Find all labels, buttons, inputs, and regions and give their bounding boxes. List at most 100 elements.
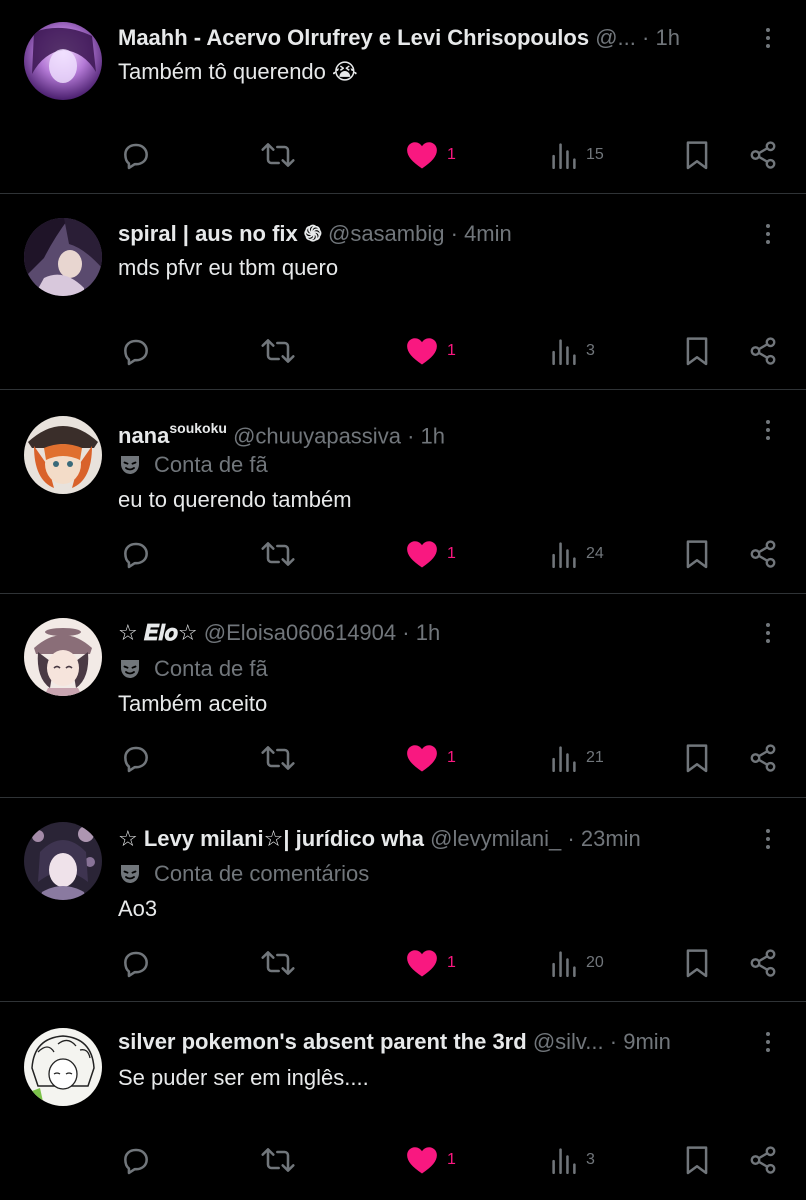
more-options-icon[interactable] bbox=[758, 825, 778, 853]
views-button[interactable]: 3 bbox=[550, 331, 595, 371]
author-name[interactable]: ☆ 𝑬𝒍𝒐☆ bbox=[118, 620, 198, 645]
retweet-button[interactable] bbox=[260, 1140, 296, 1180]
author-name[interactable]: Maahh - Acervo Olrufrey e Levi Chrisopou… bbox=[118, 25, 589, 50]
account-label[interactable]: Conta de comentários bbox=[118, 860, 369, 888]
bookmark-button[interactable] bbox=[684, 135, 710, 175]
author-handle[interactable]: @... bbox=[595, 25, 636, 50]
more-options-icon[interactable] bbox=[758, 416, 778, 444]
retweet-button[interactable] bbox=[260, 943, 296, 983]
views-button[interactable]: 3 bbox=[550, 1140, 595, 1180]
reply-tweet[interactable]: nanasoukoku @chuuyapassiva · 1h Conta de… bbox=[0, 390, 806, 594]
bookmark-button[interactable] bbox=[684, 331, 710, 371]
timestamp[interactable]: 1h bbox=[655, 25, 679, 50]
reply-tweet[interactable]: silver pokemon's absent parent the 3rd @… bbox=[0, 1002, 806, 1200]
like-button[interactable]: 1 bbox=[405, 135, 456, 175]
author-handle[interactable]: @silv... bbox=[533, 1029, 604, 1054]
avatar[interactable] bbox=[24, 822, 102, 900]
reply-button[interactable] bbox=[120, 738, 152, 778]
heart-icon bbox=[407, 1147, 437, 1174]
like-count: 1 bbox=[447, 545, 456, 562]
timestamp[interactable]: 23min bbox=[581, 826, 641, 851]
author-handle[interactable]: @sasambig bbox=[328, 221, 445, 246]
like-button[interactable]: 1 bbox=[405, 534, 456, 574]
reply-button[interactable] bbox=[120, 135, 152, 175]
avatar[interactable] bbox=[24, 22, 102, 100]
share-button[interactable] bbox=[748, 534, 778, 574]
retweet-button[interactable] bbox=[260, 135, 296, 175]
share-button[interactable] bbox=[748, 1140, 778, 1180]
tweet-header: Maahh - Acervo Olrufrey e Levi Chrisopou… bbox=[118, 24, 746, 52]
view-count: 20 bbox=[586, 954, 604, 971]
avatar[interactable] bbox=[24, 218, 102, 296]
bookmark-button[interactable] bbox=[684, 534, 710, 574]
author-handle[interactable]: @chuuyapassiva bbox=[233, 423, 401, 448]
view-count: 3 bbox=[586, 342, 595, 359]
avatar[interactable] bbox=[24, 618, 102, 696]
reply-tweet[interactable]: Maahh - Acervo Olrufrey e Levi Chrisopou… bbox=[0, 0, 806, 194]
like-count: 1 bbox=[447, 954, 456, 971]
retweet-icon bbox=[261, 951, 295, 975]
retweet-button[interactable] bbox=[260, 331, 296, 371]
account-label[interactable]: Conta de fã bbox=[118, 451, 268, 479]
replies-feed: Maahh - Acervo Olrufrey e Levi Chrisopou… bbox=[0, 0, 806, 1200]
reply-tweet[interactable]: ☆ 𝑬𝒍𝒐☆ @Eloisa060614904 · 1h Conta de fã… bbox=[0, 594, 806, 798]
retweet-button[interactable] bbox=[260, 738, 296, 778]
reply-icon bbox=[124, 746, 148, 773]
avatar[interactable] bbox=[24, 416, 102, 494]
author-name[interactable]: nanasoukoku bbox=[118, 420, 227, 448]
like-button[interactable]: 1 bbox=[405, 1140, 456, 1180]
tweet-header: ☆ 𝑬𝒍𝒐☆ @Eloisa060614904 · 1h bbox=[118, 619, 746, 647]
author-name[interactable]: ☆ Levy milani☆| jurídico wha bbox=[118, 826, 424, 851]
reply-tweet[interactable]: spiral | aus no fix ֍ @sasambig · 4min m… bbox=[0, 194, 806, 390]
separator-dot: · bbox=[609, 1029, 618, 1054]
reply-button[interactable] bbox=[120, 1140, 152, 1180]
author-name[interactable]: spiral | aus no fix ֍ bbox=[118, 221, 322, 246]
views-button[interactable]: 24 bbox=[550, 534, 604, 574]
timestamp[interactable]: 1h bbox=[421, 423, 445, 448]
tweet-text: eu to querendo também bbox=[118, 487, 352, 512]
account-label[interactable]: Conta de fã bbox=[118, 655, 268, 683]
author-handle[interactable]: @Eloisa060614904 bbox=[204, 620, 396, 645]
bookmark-icon bbox=[686, 744, 708, 773]
views-button[interactable]: 21 bbox=[550, 738, 604, 778]
reply-button[interactable] bbox=[120, 534, 152, 574]
share-button[interactable] bbox=[748, 738, 778, 778]
timestamp[interactable]: 9min bbox=[623, 1029, 671, 1054]
more-options-icon[interactable] bbox=[758, 24, 778, 52]
bookmark-button[interactable] bbox=[684, 1140, 710, 1180]
share-button[interactable] bbox=[748, 943, 778, 983]
more-options-icon[interactable] bbox=[758, 619, 778, 647]
views-icon bbox=[552, 1148, 576, 1174]
author-handle[interactable]: @levymilani_ bbox=[430, 826, 561, 851]
bookmark-button[interactable] bbox=[684, 738, 710, 778]
like-count: 1 bbox=[447, 1151, 456, 1168]
like-button[interactable]: 1 bbox=[405, 331, 456, 371]
bookmark-button[interactable] bbox=[684, 943, 710, 983]
share-button[interactable] bbox=[748, 135, 778, 175]
more-options-icon[interactable] bbox=[758, 1028, 778, 1056]
tweet-header: silver pokemon's absent parent the 3rd @… bbox=[118, 1028, 746, 1056]
reply-tweet[interactable]: ☆ Levy milani☆| jurídico wha @levymilani… bbox=[0, 798, 806, 1002]
tweet-text: Se puder ser em inglês.... bbox=[118, 1065, 369, 1090]
separator-dot: · bbox=[567, 826, 575, 851]
like-button[interactable]: 1 bbox=[405, 943, 456, 983]
avatar[interactable] bbox=[24, 1028, 102, 1106]
action-bar: 1 15 bbox=[0, 135, 806, 175]
timestamp[interactable]: 1h bbox=[416, 620, 440, 645]
retweet-button[interactable] bbox=[260, 534, 296, 574]
reply-button[interactable] bbox=[120, 943, 152, 983]
like-count: 1 bbox=[447, 749, 456, 766]
timestamp[interactable]: 4min bbox=[464, 221, 512, 246]
action-bar: 1 20 bbox=[0, 943, 806, 983]
share-icon bbox=[750, 337, 776, 365]
views-button[interactable]: 15 bbox=[550, 135, 604, 175]
view-count: 15 bbox=[586, 146, 604, 163]
reply-button[interactable] bbox=[120, 331, 152, 371]
separator-dot: · bbox=[450, 221, 458, 246]
views-icon bbox=[552, 143, 576, 169]
more-options-icon[interactable] bbox=[758, 220, 778, 248]
share-button[interactable] bbox=[748, 331, 778, 371]
author-name[interactable]: silver pokemon's absent parent the 3rd bbox=[118, 1029, 527, 1054]
views-button[interactable]: 20 bbox=[550, 943, 604, 983]
like-button[interactable]: 1 bbox=[405, 738, 456, 778]
